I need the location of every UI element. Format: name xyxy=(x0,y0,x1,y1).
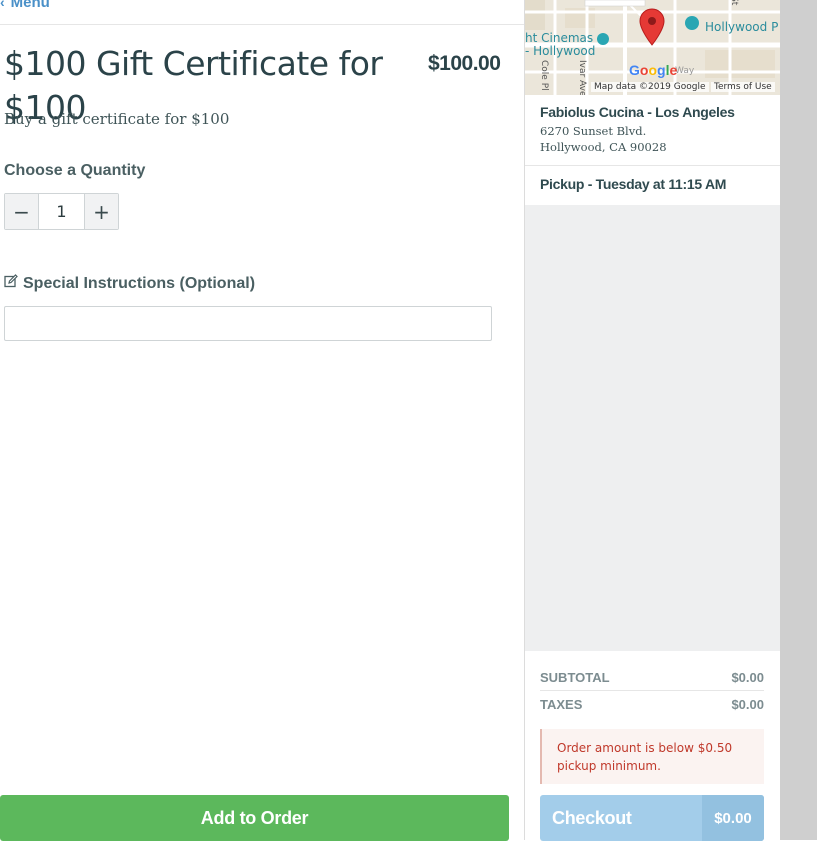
map-label-cinemas-2: - Hollywood xyxy=(525,44,596,58)
address-line-2: Hollywood, CA 90028 xyxy=(540,140,667,154)
map-label-cole-pl: Cole Pl xyxy=(539,60,549,91)
minimum-order-alert: Order amount is below $0.50 pickup minim… xyxy=(540,729,764,784)
map-label-hollywood-p: Hollywood P xyxy=(705,20,779,34)
special-instructions-input[interactable] xyxy=(4,306,492,341)
map-attribution: Map data ©2019 Google xyxy=(591,82,709,92)
taxes-row: TAXES $0.00 xyxy=(540,697,764,712)
location-map[interactable]: ht Cinemas - Hollywood Hollywood P Cole … xyxy=(525,0,780,95)
item-description: Buy a gift certificate for $100 xyxy=(4,110,230,128)
quantity-label: Choose a Quantity xyxy=(4,162,146,179)
subtotal-row: SUBTOTAL $0.00 xyxy=(540,670,764,691)
back-to-menu-link[interactable]: ‹ Menu xyxy=(0,0,120,13)
map-label-cinemas-1: ht Cinemas xyxy=(525,31,594,45)
checkout-button[interactable]: Checkout $0.00 xyxy=(540,795,764,841)
divider xyxy=(0,24,524,25)
location-marker-icon[interactable] xyxy=(639,8,665,46)
subtotal-value: $0.00 xyxy=(731,670,764,685)
order-sidebar: ht Cinemas - Hollywood Hollywood P Cole … xyxy=(524,0,780,841)
map-label-way: Way xyxy=(675,66,695,76)
cinema-pin-icon xyxy=(597,33,609,45)
special-instructions-text: Special Instructions (Optional) xyxy=(23,274,256,292)
restaurant-name: Fabiolus Cucina - Los Angeles xyxy=(540,104,735,120)
edit-icon xyxy=(4,274,18,293)
quantity-stepper: − 1 + xyxy=(4,193,119,230)
order-totals: SUBTOTAL $0.00 TAXES $0.00 Order amount … xyxy=(525,651,780,841)
pickup-time[interactable]: Pickup - Tuesday at 11:15 AM xyxy=(525,166,780,205)
taxes-label: TAXES xyxy=(540,697,583,712)
item-detail-panel: ‹ Menu $100 Gift Certificate for $100 $1… xyxy=(0,0,524,841)
back-link-label: Menu xyxy=(10,0,50,11)
item-price: $100.00 xyxy=(428,52,501,75)
place-pin-icon xyxy=(685,16,699,30)
quantity-value[interactable]: 1 xyxy=(39,194,84,229)
address-line-1: 6270 Sunset Blvd. xyxy=(540,124,647,138)
decrease-quantity-button[interactable]: − xyxy=(5,194,39,229)
map-terms-link[interactable]: Terms of Use xyxy=(711,82,775,92)
increase-quantity-button[interactable]: + xyxy=(84,194,118,229)
special-instructions-label: Special Instructions (Optional) xyxy=(4,274,255,293)
chevron-left-icon: ‹ xyxy=(0,0,5,10)
map-label-ivar-ave: Ivar Ave xyxy=(577,60,587,95)
checkout-label: Checkout xyxy=(552,807,632,828)
add-to-order-button[interactable]: Add to Order xyxy=(0,795,509,841)
restaurant-info: Fabiolus Cucina - Los Angeles 6270 Sunse… xyxy=(525,95,780,205)
taxes-value: $0.00 xyxy=(731,697,764,712)
subtotal-label: SUBTOTAL xyxy=(540,670,610,685)
map-label-st: St xyxy=(729,0,739,6)
google-logo: Google xyxy=(629,62,678,78)
checkout-amount: $0.00 xyxy=(702,795,764,841)
add-to-order-label: Add to Order xyxy=(200,807,309,828)
page-gutter xyxy=(780,0,817,840)
